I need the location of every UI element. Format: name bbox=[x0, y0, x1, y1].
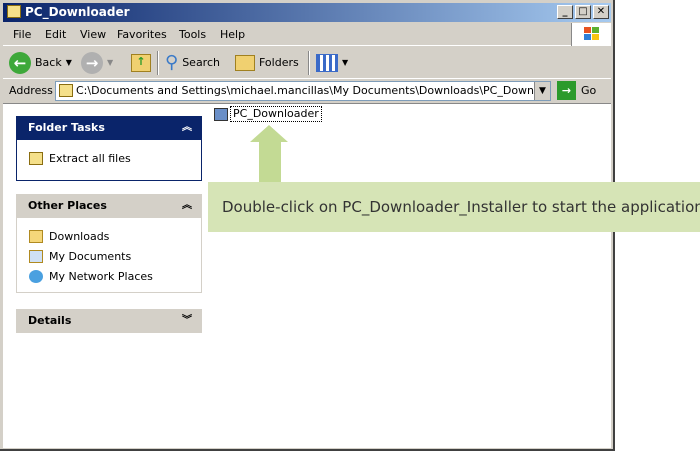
menu-help[interactable]: Help bbox=[220, 28, 245, 41]
file-view: Folder Tasks ︽ Extract all files Other Pl… bbox=[3, 103, 611, 448]
details-title: Details bbox=[28, 314, 72, 327]
place-my-documents[interactable]: My Documents bbox=[29, 246, 201, 266]
go-button[interactable]: → Go bbox=[557, 81, 596, 100]
views-button[interactable]: ▼ bbox=[316, 52, 348, 74]
collapse-icon[interactable]: ︽ bbox=[182, 116, 192, 140]
collapse-icon[interactable]: ︽ bbox=[182, 194, 192, 218]
go-arrow-icon: → bbox=[557, 81, 576, 100]
task-label: Extract all files bbox=[49, 151, 131, 165]
installer-icon bbox=[214, 107, 228, 121]
menu-tools[interactable]: Tools bbox=[179, 28, 206, 41]
folder-icon bbox=[29, 229, 43, 243]
windows-logo-icon bbox=[571, 23, 611, 46]
instruction-callout: Double-click on PC_Downloader_Installer … bbox=[208, 182, 700, 232]
callout-text: Double-click on PC_Downloader_Installer … bbox=[222, 198, 700, 216]
place-label: My Network Places bbox=[49, 269, 153, 283]
search-label: Search bbox=[182, 56, 220, 69]
search-button[interactable]: ⚲ Search bbox=[165, 52, 220, 74]
title-bar[interactable]: PC_Downloader _ □ ✕ bbox=[3, 3, 611, 22]
file-item-pc-downloader[interactable]: PC_Downloader bbox=[214, 106, 322, 122]
forward-arrow-icon: → bbox=[81, 52, 103, 74]
place-label: Downloads bbox=[49, 229, 110, 243]
details-panel: Details ︾ bbox=[16, 309, 202, 333]
folder-tasks-header[interactable]: Folder Tasks ︽ bbox=[16, 116, 202, 140]
menu-file[interactable]: File bbox=[13, 28, 31, 41]
folders-icon bbox=[235, 55, 255, 71]
window-title: PC_Downloader bbox=[25, 5, 130, 19]
address-value: C:\Documents and Settings\michael.mancil… bbox=[76, 84, 551, 97]
expand-icon[interactable]: ︾ bbox=[182, 309, 192, 333]
forward-button[interactable]: → ▼ bbox=[81, 52, 113, 74]
details-header[interactable]: Details ︾ bbox=[16, 309, 202, 333]
address-bar: Address C:\Documents and Settings\michae… bbox=[3, 80, 611, 103]
address-label: Address bbox=[9, 84, 53, 97]
address-dropdown-button[interactable]: ▼ bbox=[534, 82, 550, 100]
zip-folder-icon bbox=[7, 5, 21, 18]
folder-tasks-title: Folder Tasks bbox=[28, 121, 105, 134]
go-label: Go bbox=[581, 84, 597, 97]
minimize-button[interactable]: _ bbox=[557, 5, 573, 19]
folders-button[interactable]: Folders bbox=[235, 52, 299, 74]
up-folder-button[interactable]: ↑ bbox=[131, 52, 151, 74]
other-places-panel: Other Places ︽ Downloads My Documents My … bbox=[16, 194, 202, 293]
menu-edit[interactable]: Edit bbox=[45, 28, 66, 41]
views-icon bbox=[316, 54, 338, 72]
menu-favorites[interactable]: Favorites bbox=[117, 28, 167, 41]
back-button[interactable]: ← Back ▼ bbox=[9, 52, 72, 74]
search-icon: ⚲ bbox=[165, 52, 179, 73]
back-label: Back bbox=[35, 56, 62, 69]
zip-extract-icon bbox=[29, 151, 43, 165]
up-folder-icon: ↑ bbox=[131, 54, 151, 72]
place-my-network-places[interactable]: My Network Places bbox=[29, 266, 201, 286]
file-name: PC_Downloader bbox=[230, 106, 322, 122]
menu-view[interactable]: View bbox=[80, 28, 106, 41]
address-input[interactable]: C:\Documents and Settings\michael.mancil… bbox=[55, 81, 551, 101]
menu-bar: File Edit View Favorites Tools Help bbox=[3, 23, 611, 46]
folders-label: Folders bbox=[259, 56, 299, 69]
back-arrow-icon: ← bbox=[9, 52, 31, 74]
zip-folder-icon bbox=[59, 84, 73, 97]
place-label: My Documents bbox=[49, 249, 132, 263]
close-button[interactable]: ✕ bbox=[593, 5, 609, 19]
network-places-icon bbox=[29, 269, 43, 283]
place-downloads[interactable]: Downloads bbox=[29, 226, 201, 246]
other-places-title: Other Places bbox=[28, 199, 107, 212]
other-places-header[interactable]: Other Places ︽ bbox=[16, 194, 202, 218]
maximize-button[interactable]: □ bbox=[575, 5, 591, 19]
my-documents-icon bbox=[29, 249, 43, 263]
up-arrow-icon bbox=[250, 125, 288, 183]
toolbar: ← Back ▼ → ▼ ↑ ⚲ Search Folders ▼ bbox=[3, 47, 611, 79]
extract-all-files-link[interactable]: Extract all files bbox=[29, 148, 201, 168]
folder-tasks-panel: Folder Tasks ︽ Extract all files bbox=[16, 116, 202, 181]
